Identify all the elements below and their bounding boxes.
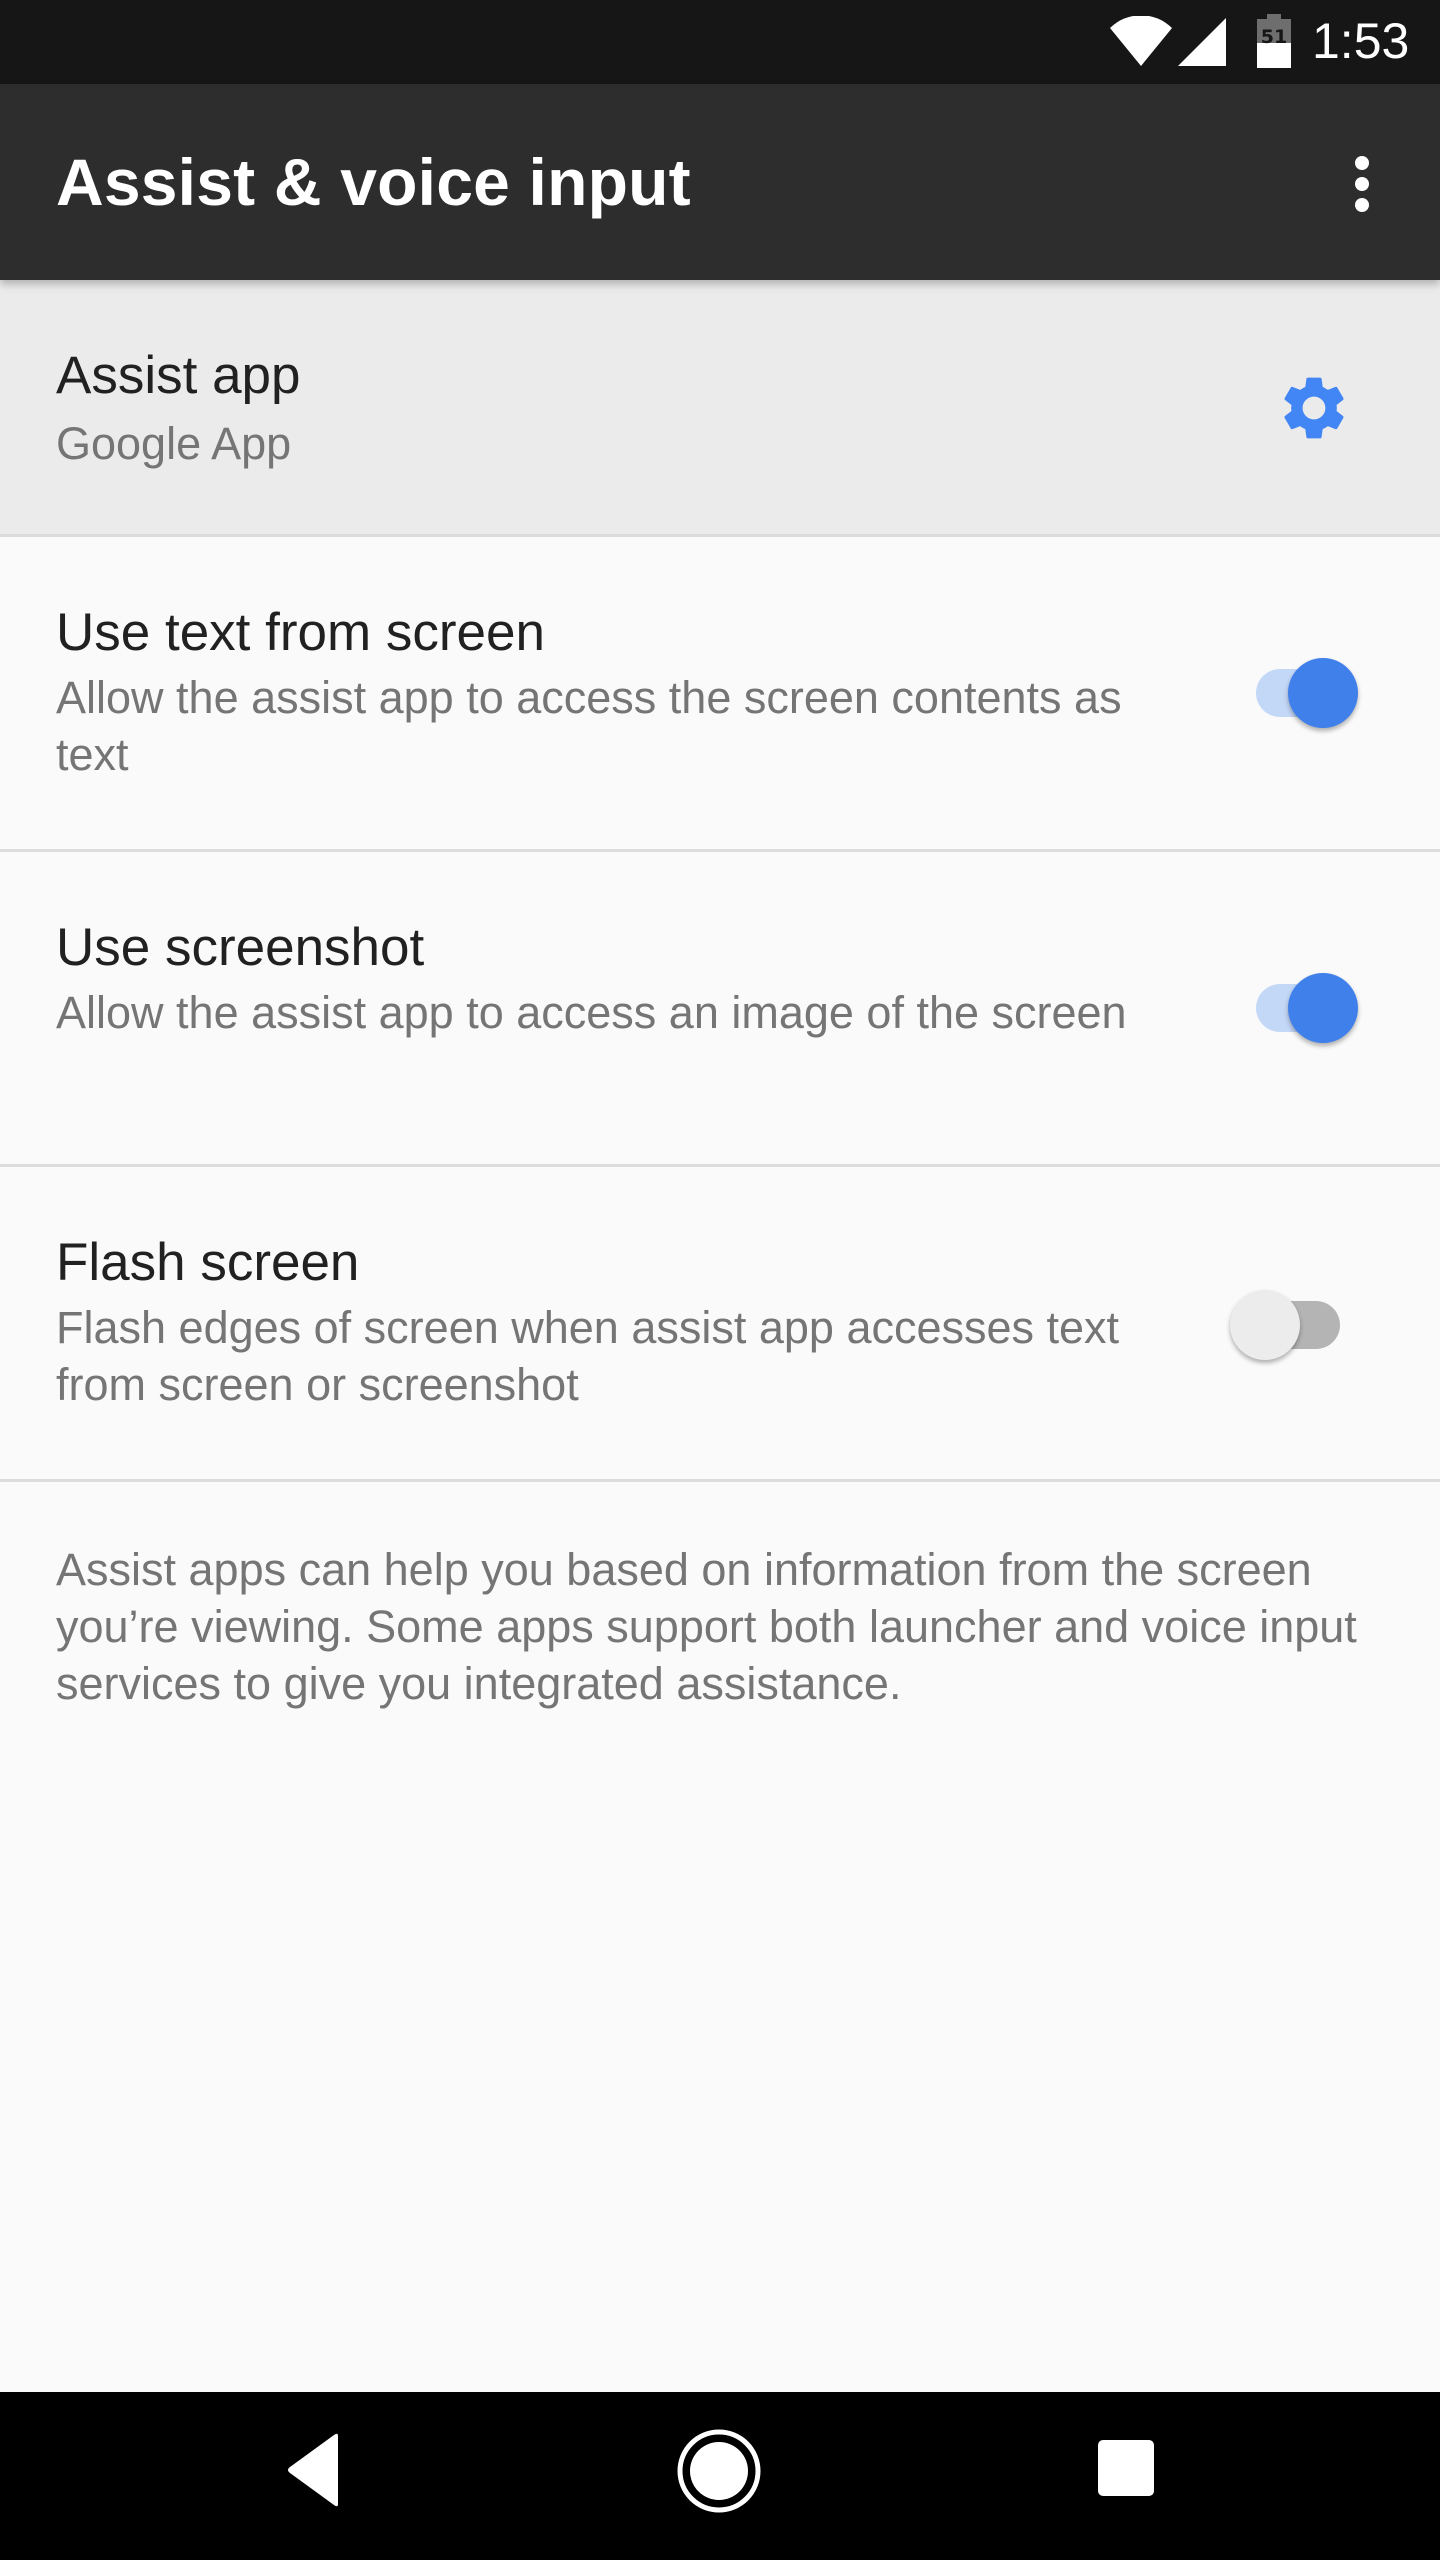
preference-summary: Allow the assist app to access an image …	[56, 987, 1127, 1038]
gear-icon[interactable]	[1276, 370, 1352, 446]
switch-thumb	[1288, 973, 1358, 1043]
footer-description: Assist apps can help you based on inform…	[56, 1544, 1357, 1709]
preference-title: Use screenshot	[56, 918, 425, 977]
divider	[0, 1479, 1440, 1482]
battery-level: 51	[1260, 26, 1288, 48]
preference-title: Use text from screen	[56, 603, 545, 662]
recents-icon[interactable]	[1094, 2436, 1158, 2500]
preference-summary: Allow the assist app to access the scree…	[56, 672, 1122, 780]
page-title: Assist & voice input	[56, 145, 691, 219]
clock: 1:53	[1312, 13, 1410, 69]
flash-screen-toggle[interactable]	[1230, 1282, 1350, 1362]
status-bar: 51 1:53	[0, 0, 1440, 84]
preference-title: Flash screen	[56, 1233, 360, 1292]
home-icon[interactable]	[676, 2428, 762, 2514]
switch-thumb	[1288, 658, 1358, 728]
use-text-from-screen-toggle[interactable]	[1240, 650, 1360, 730]
back-icon[interactable]	[282, 2432, 346, 2508]
cell-signal-icon	[1178, 18, 1226, 66]
app-bar: Assist & voice input	[0, 84, 1440, 280]
battery-icon: 51	[1256, 14, 1292, 68]
flash-screen-preference[interactable]: Flash screen Flash edges of screen when …	[0, 1167, 1440, 1478]
navigation-bar	[0, 2392, 1440, 2560]
preference-summary: Google App	[56, 418, 292, 469]
switch-thumb	[1230, 1290, 1300, 1360]
preference-summary: Flash edges of screen when assist app ac…	[56, 1302, 1120, 1410]
assist-app-preference[interactable]: Assist app Google App	[0, 280, 1440, 535]
preference-title: Assist app	[56, 346, 301, 405]
use-screenshot-preference[interactable]: Use screenshot Allow the assist app to a…	[0, 852, 1440, 1163]
use-text-from-screen-preference[interactable]: Use text from screen Allow the assist ap…	[0, 537, 1440, 848]
use-screenshot-toggle[interactable]	[1240, 965, 1360, 1045]
more-options-button[interactable]	[1332, 144, 1392, 224]
wifi-icon	[1110, 16, 1172, 66]
